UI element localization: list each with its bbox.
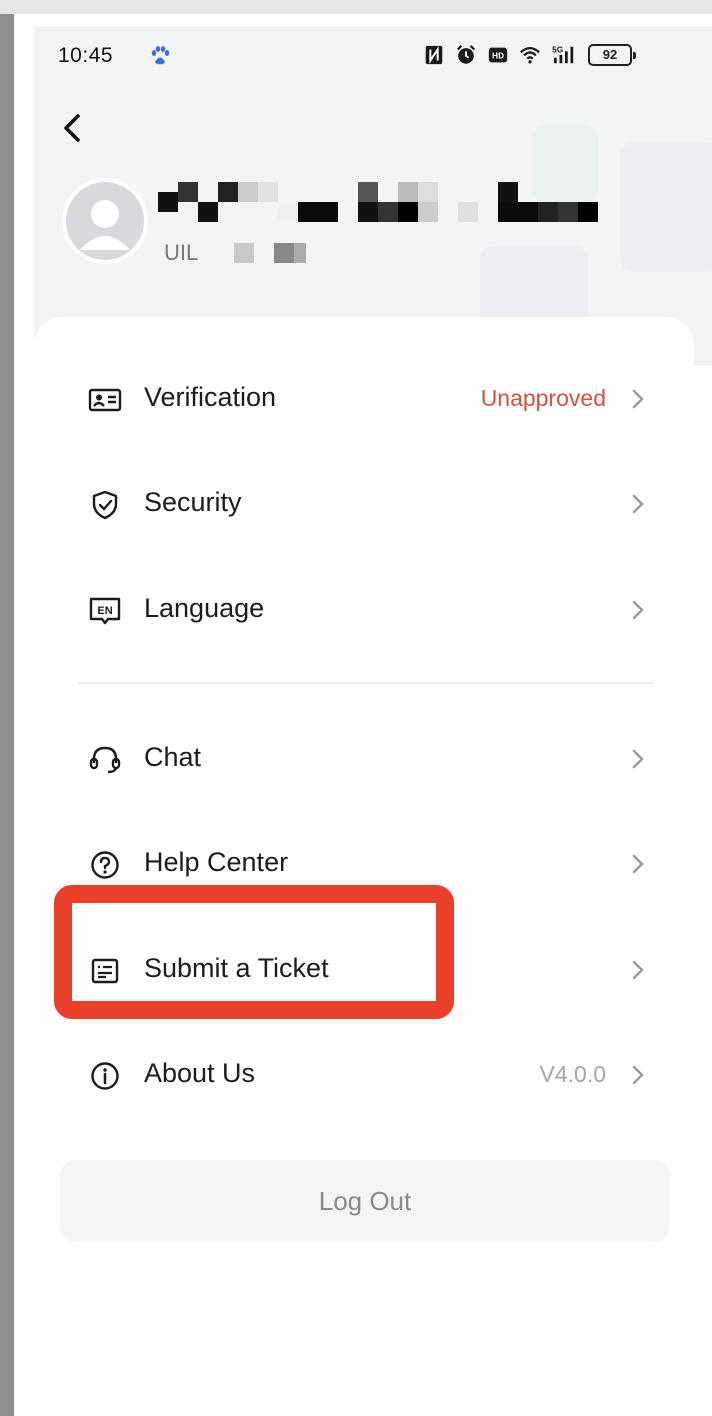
uid-label: UIL bbox=[164, 240, 199, 265]
window-top-strip bbox=[0, 0, 712, 14]
5g-signal-icon: 5G bbox=[552, 45, 574, 64]
phone-screen: 10:45 HD 5G 92 UIL Verification Unapprov… bbox=[14, 14, 712, 1416]
chevron-right-icon bbox=[632, 854, 644, 874]
menu-label: Help Center bbox=[144, 847, 289, 877]
chevron-right-icon bbox=[632, 494, 644, 514]
menu-label: Language bbox=[144, 593, 265, 623]
info-circle-icon bbox=[91, 1062, 119, 1090]
menu-item-chat[interactable]: Chat bbox=[34, 709, 694, 809]
shield-check-icon bbox=[92, 490, 118, 520]
svg-text:5G: 5G bbox=[552, 45, 563, 54]
svg-text:EN: EN bbox=[97, 605, 112, 617]
status-icons: HD 5G 92 bbox=[422, 42, 636, 68]
menu-label: Verification bbox=[144, 382, 277, 412]
menu-item-verification[interactable]: Verification Unapproved bbox=[34, 349, 694, 449]
svg-text:HD: HD bbox=[492, 52, 504, 61]
battery-icon: 92 bbox=[588, 44, 636, 66]
baidu-paw-icon bbox=[151, 46, 170, 65]
menu-item-language[interactable]: EN Language bbox=[34, 560, 694, 660]
chevron-right-icon bbox=[632, 960, 644, 980]
logout-button[interactable]: Log Out bbox=[60, 1160, 670, 1242]
status-time: 10:45 bbox=[58, 44, 114, 67]
chevron-right-icon bbox=[632, 389, 644, 409]
avatar[interactable] bbox=[62, 178, 148, 264]
alarm-icon bbox=[456, 45, 476, 64]
settings-card: Verification Unapproved Security EN Lang… bbox=[34, 317, 694, 1416]
window-left-border bbox=[0, 14, 14, 1416]
en-language-icon: EN bbox=[89, 597, 121, 625]
headset-icon bbox=[89, 746, 121, 774]
back-chevron-icon[interactable] bbox=[58, 110, 88, 146]
menu-divider bbox=[78, 682, 654, 684]
id-card-icon bbox=[88, 388, 122, 412]
default-avatar-icon bbox=[80, 200, 130, 250]
uid-row: UIL bbox=[164, 238, 307, 268]
chevron-right-icon bbox=[632, 749, 644, 769]
uid-redacted bbox=[210, 243, 307, 263]
verification-status: Unapproved bbox=[480, 385, 606, 411]
header-decoration bbox=[620, 142, 712, 272]
menu-label: Chat bbox=[144, 742, 202, 772]
username-redacted bbox=[158, 182, 598, 222]
nfc-icon bbox=[425, 45, 443, 65]
chevron-right-icon bbox=[632, 1065, 644, 1085]
chevron-right-icon bbox=[632, 600, 644, 620]
menu-item-about-us[interactable]: About Us V4.0.0 bbox=[34, 1025, 694, 1125]
menu-label: Security bbox=[144, 487, 242, 517]
wifi-icon bbox=[520, 47, 540, 64]
app-version: V4.0.0 bbox=[539, 1061, 607, 1087]
highlight-annotation-box bbox=[54, 885, 454, 1019]
question-circle-icon bbox=[91, 851, 119, 879]
menu-item-security[interactable]: Security bbox=[34, 454, 694, 554]
hd-icon: HD bbox=[488, 47, 508, 63]
menu-label: About Us bbox=[144, 1058, 256, 1088]
